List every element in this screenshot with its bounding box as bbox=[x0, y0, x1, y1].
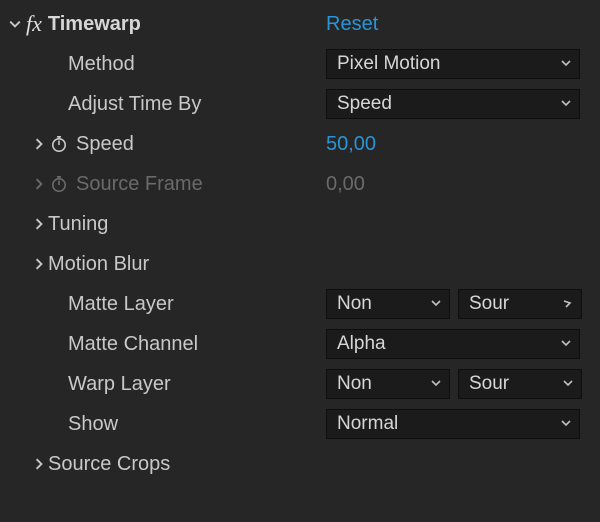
warp-layer-dropdown-1[interactable]: Non bbox=[326, 369, 450, 399]
method-row: Method Pixel Motion bbox=[6, 44, 594, 84]
speed-value[interactable]: 50,00 bbox=[326, 133, 376, 156]
show-row: Show Normal bbox=[6, 404, 594, 444]
source-frame-row: Source Frame 0,00 bbox=[6, 164, 594, 204]
adjust-time-by-value: Speed bbox=[337, 93, 555, 115]
tuning-row: Tuning bbox=[6, 204, 594, 244]
source-crops-row: Source Crops bbox=[6, 444, 594, 484]
matte-layer-dropdown-1[interactable]: Non bbox=[326, 289, 450, 319]
chevron-down-icon bbox=[563, 297, 573, 311]
chevron-right-icon[interactable] bbox=[30, 458, 48, 470]
adjust-time-by-label: Adjust Time By bbox=[68, 93, 201, 116]
matte-channel-value: Alpha bbox=[337, 333, 555, 355]
source-frame-label: Source Frame bbox=[76, 173, 203, 196]
matte-channel-label: Matte Channel bbox=[68, 333, 198, 356]
chevron-down-icon bbox=[431, 377, 441, 391]
chevron-right-icon[interactable] bbox=[30, 218, 48, 230]
method-label: Method bbox=[68, 53, 135, 76]
reset-link[interactable]: Reset bbox=[326, 13, 378, 36]
tuning-label: Tuning bbox=[48, 213, 108, 236]
matte-layer-dropdown-2[interactable]: Sour bbox=[458, 289, 582, 319]
show-dropdown[interactable]: Normal bbox=[326, 409, 580, 439]
chevron-down-icon bbox=[563, 377, 573, 391]
effect-header-row: fx Timewarp Reset bbox=[6, 4, 594, 44]
method-value: Pixel Motion bbox=[337, 53, 555, 75]
timewarp-effect-panel: fx Timewarp Reset Method Pixel Motion bbox=[0, 0, 600, 490]
chevron-down-icon bbox=[561, 97, 571, 111]
warp-layer-dropdown-2[interactable]: Sour bbox=[458, 369, 582, 399]
speed-row: Speed 50,00 bbox=[6, 124, 594, 164]
stopwatch-icon[interactable] bbox=[48, 133, 70, 155]
adjust-time-by-row: Adjust Time By Speed bbox=[6, 84, 594, 124]
chevron-right-icon[interactable] bbox=[30, 258, 48, 270]
show-label: Show bbox=[68, 413, 118, 436]
matte-channel-dropdown[interactable]: Alpha bbox=[326, 329, 580, 359]
chevron-right-icon bbox=[30, 178, 48, 190]
source-crops-label: Source Crops bbox=[48, 453, 170, 476]
method-dropdown[interactable]: Pixel Motion bbox=[326, 49, 580, 79]
chevron-down-icon bbox=[561, 337, 571, 351]
stopwatch-icon bbox=[48, 173, 70, 195]
motion-blur-row: Motion Blur bbox=[6, 244, 594, 284]
chevron-down-icon[interactable] bbox=[6, 18, 24, 30]
chevron-right-icon[interactable] bbox=[30, 138, 48, 150]
warp-layer-row: Warp Layer Non Sour bbox=[6, 364, 594, 404]
chevron-down-icon bbox=[431, 297, 441, 311]
chevron-down-icon bbox=[561, 417, 571, 431]
matte-layer-label: Matte Layer bbox=[68, 293, 174, 316]
adjust-time-by-dropdown[interactable]: Speed bbox=[326, 89, 580, 119]
speed-label: Speed bbox=[76, 133, 134, 156]
effect-name: Timewarp bbox=[48, 13, 141, 36]
warp-layer-value-2: Sour bbox=[469, 373, 557, 395]
chevron-down-icon bbox=[561, 57, 571, 71]
show-value: Normal bbox=[337, 413, 555, 435]
warp-layer-value-1: Non bbox=[337, 373, 425, 395]
matte-layer-row: Matte Layer Non Sour bbox=[6, 284, 594, 324]
matte-layer-value-2: Sour bbox=[469, 293, 557, 315]
matte-channel-row: Matte Channel Alpha bbox=[6, 324, 594, 364]
fx-badge-icon[interactable]: fx bbox=[26, 11, 42, 37]
matte-layer-value-1: Non bbox=[337, 293, 425, 315]
motion-blur-label: Motion Blur bbox=[48, 253, 149, 276]
warp-layer-label: Warp Layer bbox=[68, 373, 171, 396]
source-frame-value: 0,00 bbox=[326, 173, 365, 196]
